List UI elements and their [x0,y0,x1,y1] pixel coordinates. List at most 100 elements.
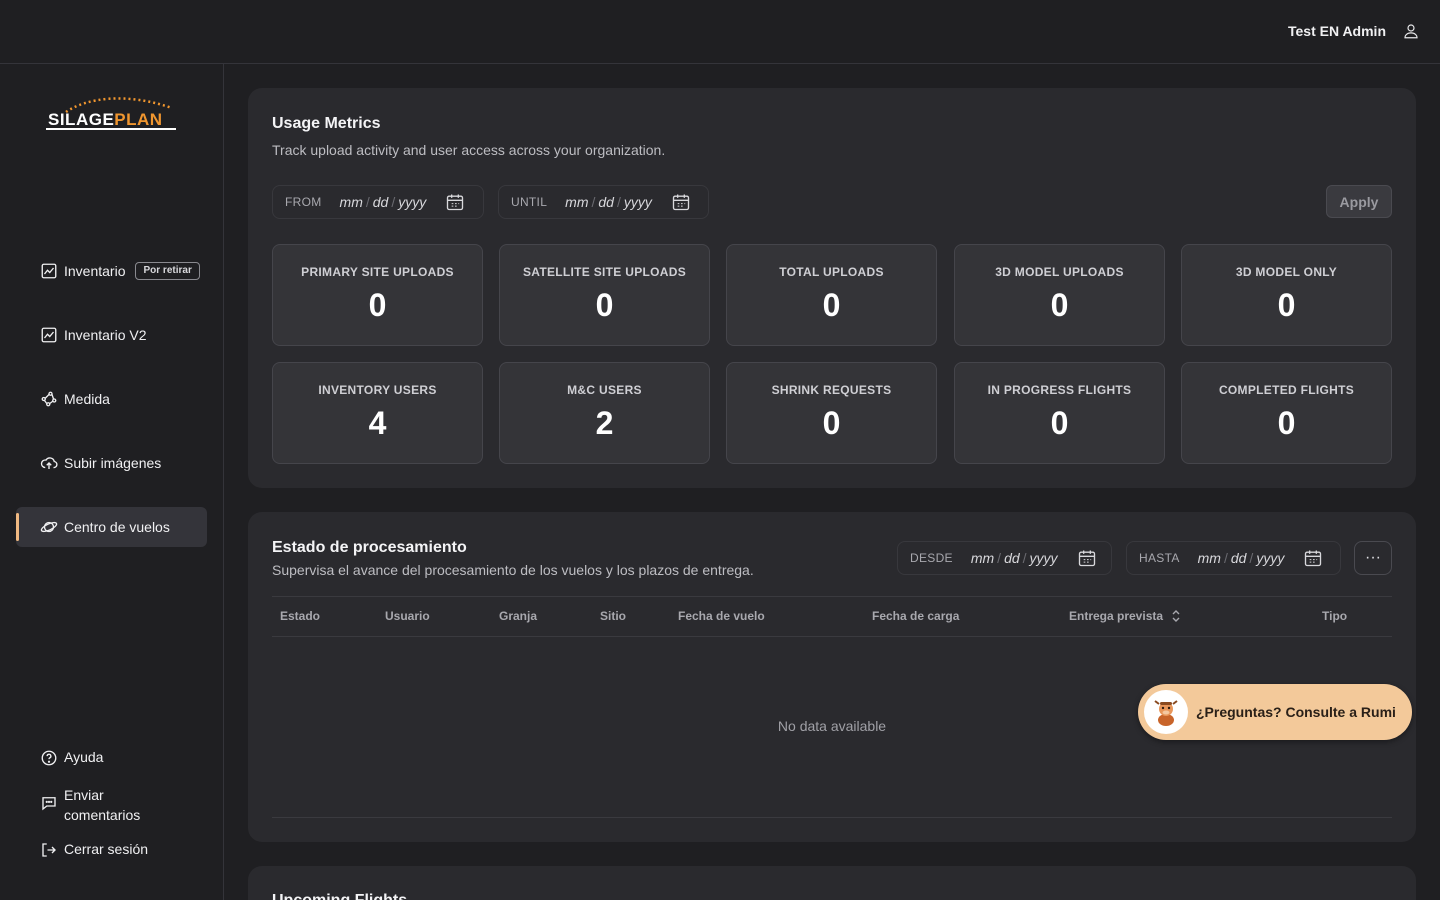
user-icon[interactable] [1400,20,1422,42]
rumi-chat-button[interactable]: ¿Preguntas? Consulte a Rumi [1138,684,1412,740]
calendar-icon[interactable] [1302,547,1324,569]
sidebar-item-label: Ayuda [64,749,104,765]
from-date-field[interactable]: FROM mm / dd / yyyy [272,185,484,219]
rumi-avatar [1144,690,1188,734]
desde-label: DESDE [910,551,953,565]
column-header-tipo[interactable]: Tipo [1322,609,1347,623]
metric-value: 0 [595,287,614,323]
metric-value: 0 [1050,287,1069,323]
table-divider [272,817,1392,818]
sidebar-item-enviar-comentarios[interactable]: Enviar comentarios [40,785,160,825]
metric-card: M&C USERS 2 [499,362,710,464]
hasta-date-input[interactable]: mm / dd / yyyy [1198,550,1285,566]
chart-icon [40,326,58,344]
measure-icon [40,390,58,408]
until-label: UNTIL [511,195,548,209]
metric-label: IN PROGRESS FLIGHTS [987,383,1132,397]
brand-logo[interactable]: SILAGEPLAN [46,94,178,136]
more-options-button[interactable]: ··· [1354,541,1392,575]
cow-mascot-icon [1154,700,1178,726]
metric-label: PRIMARY SITE UPLOADS [301,265,454,279]
sort-icon[interactable] [1171,609,1181,623]
processing-subtitle: Supervisa el avance del procesamiento de… [272,562,754,578]
sidebar-item-label: Enviar comentarios [64,787,141,823]
sidebar-item-cerrar-sesion[interactable]: Cerrar sesión [40,841,148,859]
brand-part2: PLAN [114,110,163,129]
sidebar-item-label: Centro de vuelos [64,519,170,535]
metric-card: SATELLITE SITE UPLOADS 0 [499,244,710,346]
metric-label: COMPLETED FLIGHTS [1218,383,1355,397]
logo-underline [46,128,176,130]
from-date-input[interactable]: mm / dd / yyyy [340,194,427,210]
sidebar-item-label: Cerrar sesión [64,841,149,857]
until-date-input[interactable]: mm / dd / yyyy [565,194,652,210]
user-menu[interactable]: Test EN Admin [1288,20,1422,42]
sidebar-item-inventario[interactable]: Inventario Por retirar [16,251,207,291]
metric-label: INVENTORY USERS [318,383,437,397]
sidebar-item-inventario-v2[interactable]: Inventario V2 [16,315,207,355]
sidebar-item-ayuda[interactable]: Ayuda [40,749,103,767]
processing-status-card: Estado de procesamiento Supervisa el ava… [248,512,1416,842]
upcoming-title: Upcoming Flights [272,892,407,900]
cloud-upload-icon [40,454,58,472]
brand-wordmark: SILAGEPLAN [48,110,163,130]
column-header-fecha-de-carga[interactable]: Fecha de carga [872,609,959,623]
metric-label: TOTAL UPLOADS [779,265,884,279]
sidebar-item-subir-imagenes[interactable]: Subir imágenes [16,443,207,483]
column-header-estado[interactable]: Estado [280,609,320,623]
metric-value: 4 [368,405,387,441]
metric-value: 2 [595,405,614,441]
column-header-fecha-de-vuelo[interactable]: Fecha de vuelo [678,609,765,623]
user-name[interactable]: Test EN Admin [1288,23,1386,39]
metric-value: 0 [1050,405,1069,441]
metric-card: IN PROGRESS FLIGHTS 0 [954,362,1165,464]
column-header-usuario[interactable]: Usuario [385,609,430,623]
top-bar: Test EN Admin [0,0,1440,64]
chart-icon [40,262,58,280]
metric-value: 0 [1277,405,1296,441]
metric-card: INVENTORY USERS 4 [272,362,483,464]
metric-card: COMPLETED FLIGHTS 0 [1181,362,1392,464]
rumi-label: ¿Preguntas? Consulte a Rumi [1196,704,1396,720]
sidebar-item-label: Inventario V2 [64,327,147,343]
table-header: Estado Usuario Granja Sitio Fecha de vue… [272,596,1392,637]
metric-card: PRIMARY SITE UPLOADS 0 [272,244,483,346]
sidebar-item-centro-de-vuelos[interactable]: Centro de vuelos [16,507,207,547]
apply-button[interactable]: Apply [1326,185,1392,218]
from-label: FROM [285,195,322,209]
usage-subtitle: Track upload activity and user access ac… [272,142,666,158]
metric-card: TOTAL UPLOADS 0 [726,244,937,346]
desde-date-field[interactable]: DESDE mm / dd / yyyy [897,541,1112,575]
upcoming-flights-card: Upcoming Flights [248,866,1416,900]
chat-icon [40,794,58,812]
sidebar: SILAGEPLAN Inventario Por retirar Invent… [0,64,224,900]
metric-value: 0 [822,287,841,323]
calendar-icon[interactable] [1076,547,1098,569]
usage-metrics-card: Usage Metrics Track upload activity and … [248,88,1416,488]
metric-value: 0 [368,287,387,323]
hasta-date-field[interactable]: HASTA mm / dd / yyyy [1126,541,1341,575]
brand-part1: SILAGE [48,110,115,129]
calendar-icon[interactable] [444,191,466,213]
column-header-entrega-prevista[interactable]: Entrega prevista [1069,609,1181,623]
metric-value: 0 [822,405,841,441]
usage-title: Usage Metrics [272,115,381,132]
desde-date-input[interactable]: mm / dd / yyyy [971,550,1058,566]
column-header-label: Entrega prevista [1069,609,1164,623]
metric-label: 3D MODEL ONLY [1235,265,1338,279]
column-header-granja[interactable]: Granja [499,609,537,623]
until-date-field[interactable]: UNTIL mm / dd / yyyy [498,185,709,219]
metric-card: 3D MODEL UPLOADS 0 [954,244,1165,346]
column-header-sitio[interactable]: Sitio [600,609,626,623]
metric-value: 0 [1277,287,1296,323]
sidebar-item-medida[interactable]: Medida [16,379,207,419]
metric-label: SATELLITE SITE UPLOADS [522,265,687,279]
help-icon [40,749,58,767]
metric-label: M&C USERS [567,383,642,397]
sidebar-item-label: Medida [64,391,110,407]
metric-label: 3D MODEL UPLOADS [995,265,1124,279]
calendar-icon[interactable] [670,191,692,213]
processing-title: Estado de procesamiento [272,539,467,556]
metric-card: 3D MODEL ONLY 0 [1181,244,1392,346]
sidebar-item-label: Inventario [64,263,126,279]
